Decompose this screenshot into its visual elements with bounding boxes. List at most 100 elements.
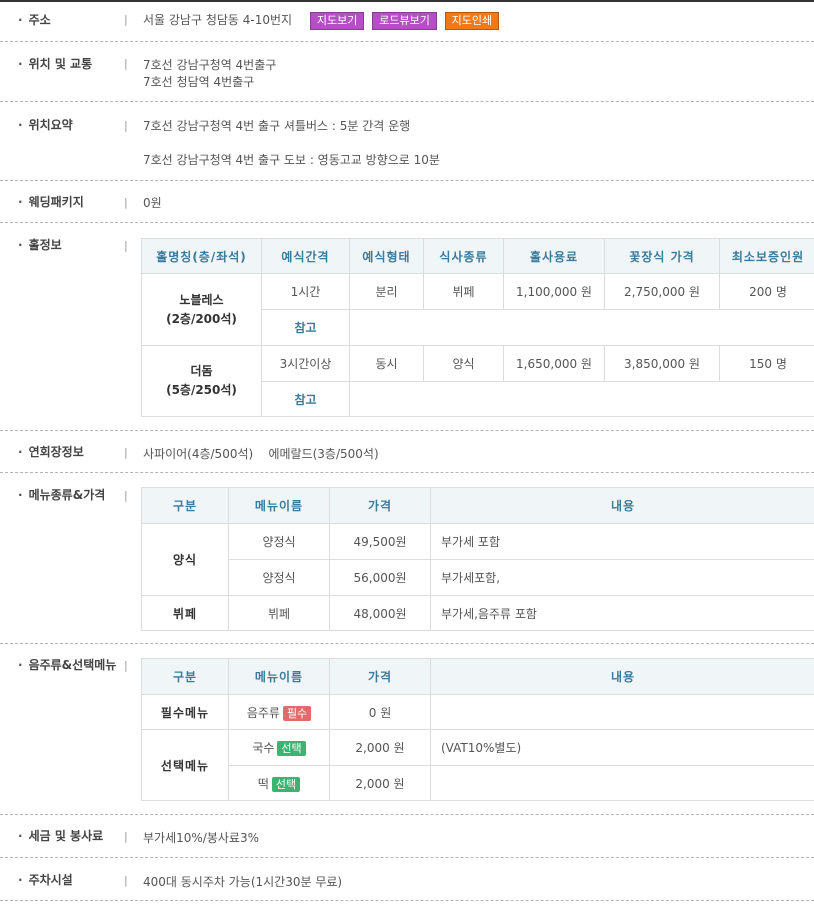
header-desc: 내용 bbox=[430, 487, 814, 524]
hall-type: 분리 bbox=[349, 273, 424, 310]
parking-label: 주차시설 bbox=[18, 871, 73, 888]
separator: | bbox=[124, 119, 128, 132]
table-row: 떡 선택 2,000 원 bbox=[142, 765, 814, 801]
drinks-price: 0 원 bbox=[329, 694, 431, 730]
hall-fee: 1,650,000 원 bbox=[503, 345, 605, 382]
hall-flower: 2,750,000 원 bbox=[604, 273, 720, 310]
divider bbox=[0, 41, 814, 42]
menu-name: 양정식 bbox=[228, 523, 330, 560]
hall-floor: (5층/250석) bbox=[166, 383, 237, 397]
separator: | bbox=[124, 830, 128, 843]
table-row: 필수메뉴 음주류 필수 0 원 bbox=[141, 694, 814, 730]
header-category: 구분 bbox=[141, 487, 229, 524]
header-desc: 내용 bbox=[430, 658, 814, 695]
hall-table: 홀명칭(층/좌석) 예식간격 예식형태 식사종류 홀사용료 꽃장식 가격 최소보… bbox=[141, 238, 814, 417]
divider bbox=[0, 857, 814, 858]
separator: | bbox=[124, 446, 128, 459]
summary-line-2: 7호선 강남구청역 4번 출구 도보 : 영동고교 방향으로 10분 bbox=[143, 153, 440, 167]
hall-name-cell: 더돔 (5층/250석) bbox=[141, 345, 262, 417]
divider bbox=[0, 222, 814, 223]
separator: | bbox=[124, 57, 128, 70]
menu-label: 메뉴종류&가격 bbox=[18, 486, 106, 503]
transport-label: 위치 및 교통 bbox=[18, 55, 93, 72]
menu-price: 48,000원 bbox=[329, 595, 431, 631]
separator: | bbox=[124, 13, 128, 26]
table-row: 선택메뉴 국수 선택 2,000 원 (VAT10%별도) bbox=[141, 729, 814, 801]
drinks-name: 떡 bbox=[257, 776, 269, 791]
package-value: 0원 bbox=[143, 196, 162, 210]
header-menu-name: 메뉴이름 bbox=[228, 658, 330, 695]
drinks-name: 음주류 bbox=[246, 705, 280, 720]
hall-fee: 1,100,000 원 bbox=[503, 273, 605, 310]
hall-interval: 3시간이상 bbox=[261, 345, 350, 382]
hall-header-row: 홀명칭(층/좌석) 예식간격 예식형태 식사종류 홀사용료 꽃장식 가격 최소보… bbox=[141, 238, 814, 274]
package-label: 웨딩패키지 bbox=[18, 193, 84, 210]
header-menu-name: 메뉴이름 bbox=[228, 487, 330, 524]
summary-label: 위치요약 bbox=[18, 116, 73, 133]
address-value: 서울 강남구 청담동 4-10번지 bbox=[143, 13, 293, 27]
summary-line-1: 7호선 강남구청역 4번 출구 셔틀버스 : 5분 간격 운행 bbox=[143, 119, 411, 133]
required-badge: 필수 bbox=[282, 705, 312, 721]
menu-desc: 부가세 포함 bbox=[430, 523, 814, 560]
table-row: 양식 양정식 49,500원 부가세 포함 bbox=[141, 523, 814, 596]
menu-name: 양정식 bbox=[228, 559, 330, 596]
hall-name: 노블레스 bbox=[179, 292, 224, 307]
drinks-table: 구분 메뉴이름 가격 내용 필수메뉴 음주류 필수 0 원 선택메뉴 국수 선택 2… bbox=[141, 658, 814, 801]
hall-type: 동시 bbox=[349, 345, 424, 382]
drinks-price: 2,000 원 bbox=[329, 729, 431, 766]
transport-line-1: 7호선 강남구청역 4번출구 bbox=[143, 58, 277, 72]
separator: | bbox=[124, 874, 128, 887]
separator: | bbox=[124, 659, 128, 672]
header-category: 구분 bbox=[141, 658, 229, 695]
menu-category: 양식 bbox=[141, 523, 229, 596]
hall-minimum: 150 명 bbox=[719, 345, 814, 382]
header-price: 가격 bbox=[329, 658, 431, 695]
table-row: 뷔페 뷔페 48,000원 부가세,음주류 포함 bbox=[141, 595, 814, 631]
tax-label: 세금 및 봉사료 bbox=[18, 827, 104, 844]
divider bbox=[0, 814, 814, 815]
header-flower: 꽃장식 가격 bbox=[604, 238, 720, 274]
table-row: 노블레스 (2층/200석) 1시간 분리 뷔페 1,100,000 원 2,7… bbox=[141, 273, 814, 346]
header-interval: 예식간격 bbox=[261, 238, 350, 274]
optional-badge: 선택 bbox=[277, 741, 306, 756]
menu-category: 뷔페 bbox=[141, 595, 229, 631]
hall-note bbox=[349, 309, 814, 346]
drinks-name-cell: 떡 선택 bbox=[228, 765, 330, 801]
road-view-button[interactable]: 로드뷰보기 bbox=[372, 11, 437, 30]
divider bbox=[0, 472, 814, 473]
divider bbox=[0, 643, 814, 644]
banquet-value: 사파이어(4층/500석) 에메랄드(3층/500석) bbox=[143, 447, 379, 461]
menu-desc: 부가세,음주류 포함 bbox=[430, 595, 814, 631]
hall-floor: (2층/200석) bbox=[166, 311, 237, 326]
header-price: 가격 bbox=[329, 487, 431, 524]
divider bbox=[0, 180, 814, 181]
drinks-name-cell: 국수 선택 bbox=[228, 729, 330, 766]
drinks-desc: (VAT10%별도) bbox=[430, 729, 814, 766]
table-row: 양정식 56,000원 부가세포함, bbox=[142, 559, 814, 596]
hall-note-label: 참고 bbox=[261, 309, 350, 346]
parking-value: 400대 동시주차 가능(1시간30분 무료) bbox=[143, 875, 343, 889]
hall-note bbox=[349, 381, 814, 417]
address-label: 주소 bbox=[18, 11, 51, 28]
hall-interval: 1시간 bbox=[261, 273, 350, 310]
tax-value: 부가세10%/봉사료3% bbox=[143, 831, 259, 845]
hall-name-cell: 노블레스 (2층/200석) bbox=[141, 273, 262, 346]
transport-line-2: 7호선 청담역 4번출구 bbox=[143, 75, 255, 89]
hall-label: 홀정보 bbox=[18, 236, 62, 253]
header-meal: 식사종류 bbox=[423, 238, 504, 274]
menu-table: 구분 메뉴이름 가격 내용 양식 양정식 49,500원 부가세 포함 양정식 … bbox=[141, 487, 814, 631]
hall-minimum: 200 명 bbox=[719, 273, 814, 310]
header-type: 예식형태 bbox=[349, 238, 424, 274]
banquet-label: 연회장정보 bbox=[18, 443, 84, 460]
drinks-price: 2,000 원 bbox=[329, 765, 431, 801]
drinks-header-row: 구분 메뉴이름 가격 내용 bbox=[141, 658, 814, 695]
divider bbox=[0, 900, 814, 901]
map-print-button[interactable]: 지도인쇄 bbox=[444, 11, 500, 30]
menu-price: 49,500원 bbox=[329, 523, 431, 560]
header-hall-name: 홀명칭(층/좌석) bbox=[141, 238, 262, 274]
drinks-name-cell: 음주류 필수 bbox=[228, 694, 330, 730]
map-view-button[interactable]: 지도보기 bbox=[309, 11, 365, 30]
separator: | bbox=[124, 489, 128, 502]
menu-price: 56,000원 bbox=[329, 559, 431, 596]
header-fee: 홀사용료 bbox=[503, 238, 605, 274]
